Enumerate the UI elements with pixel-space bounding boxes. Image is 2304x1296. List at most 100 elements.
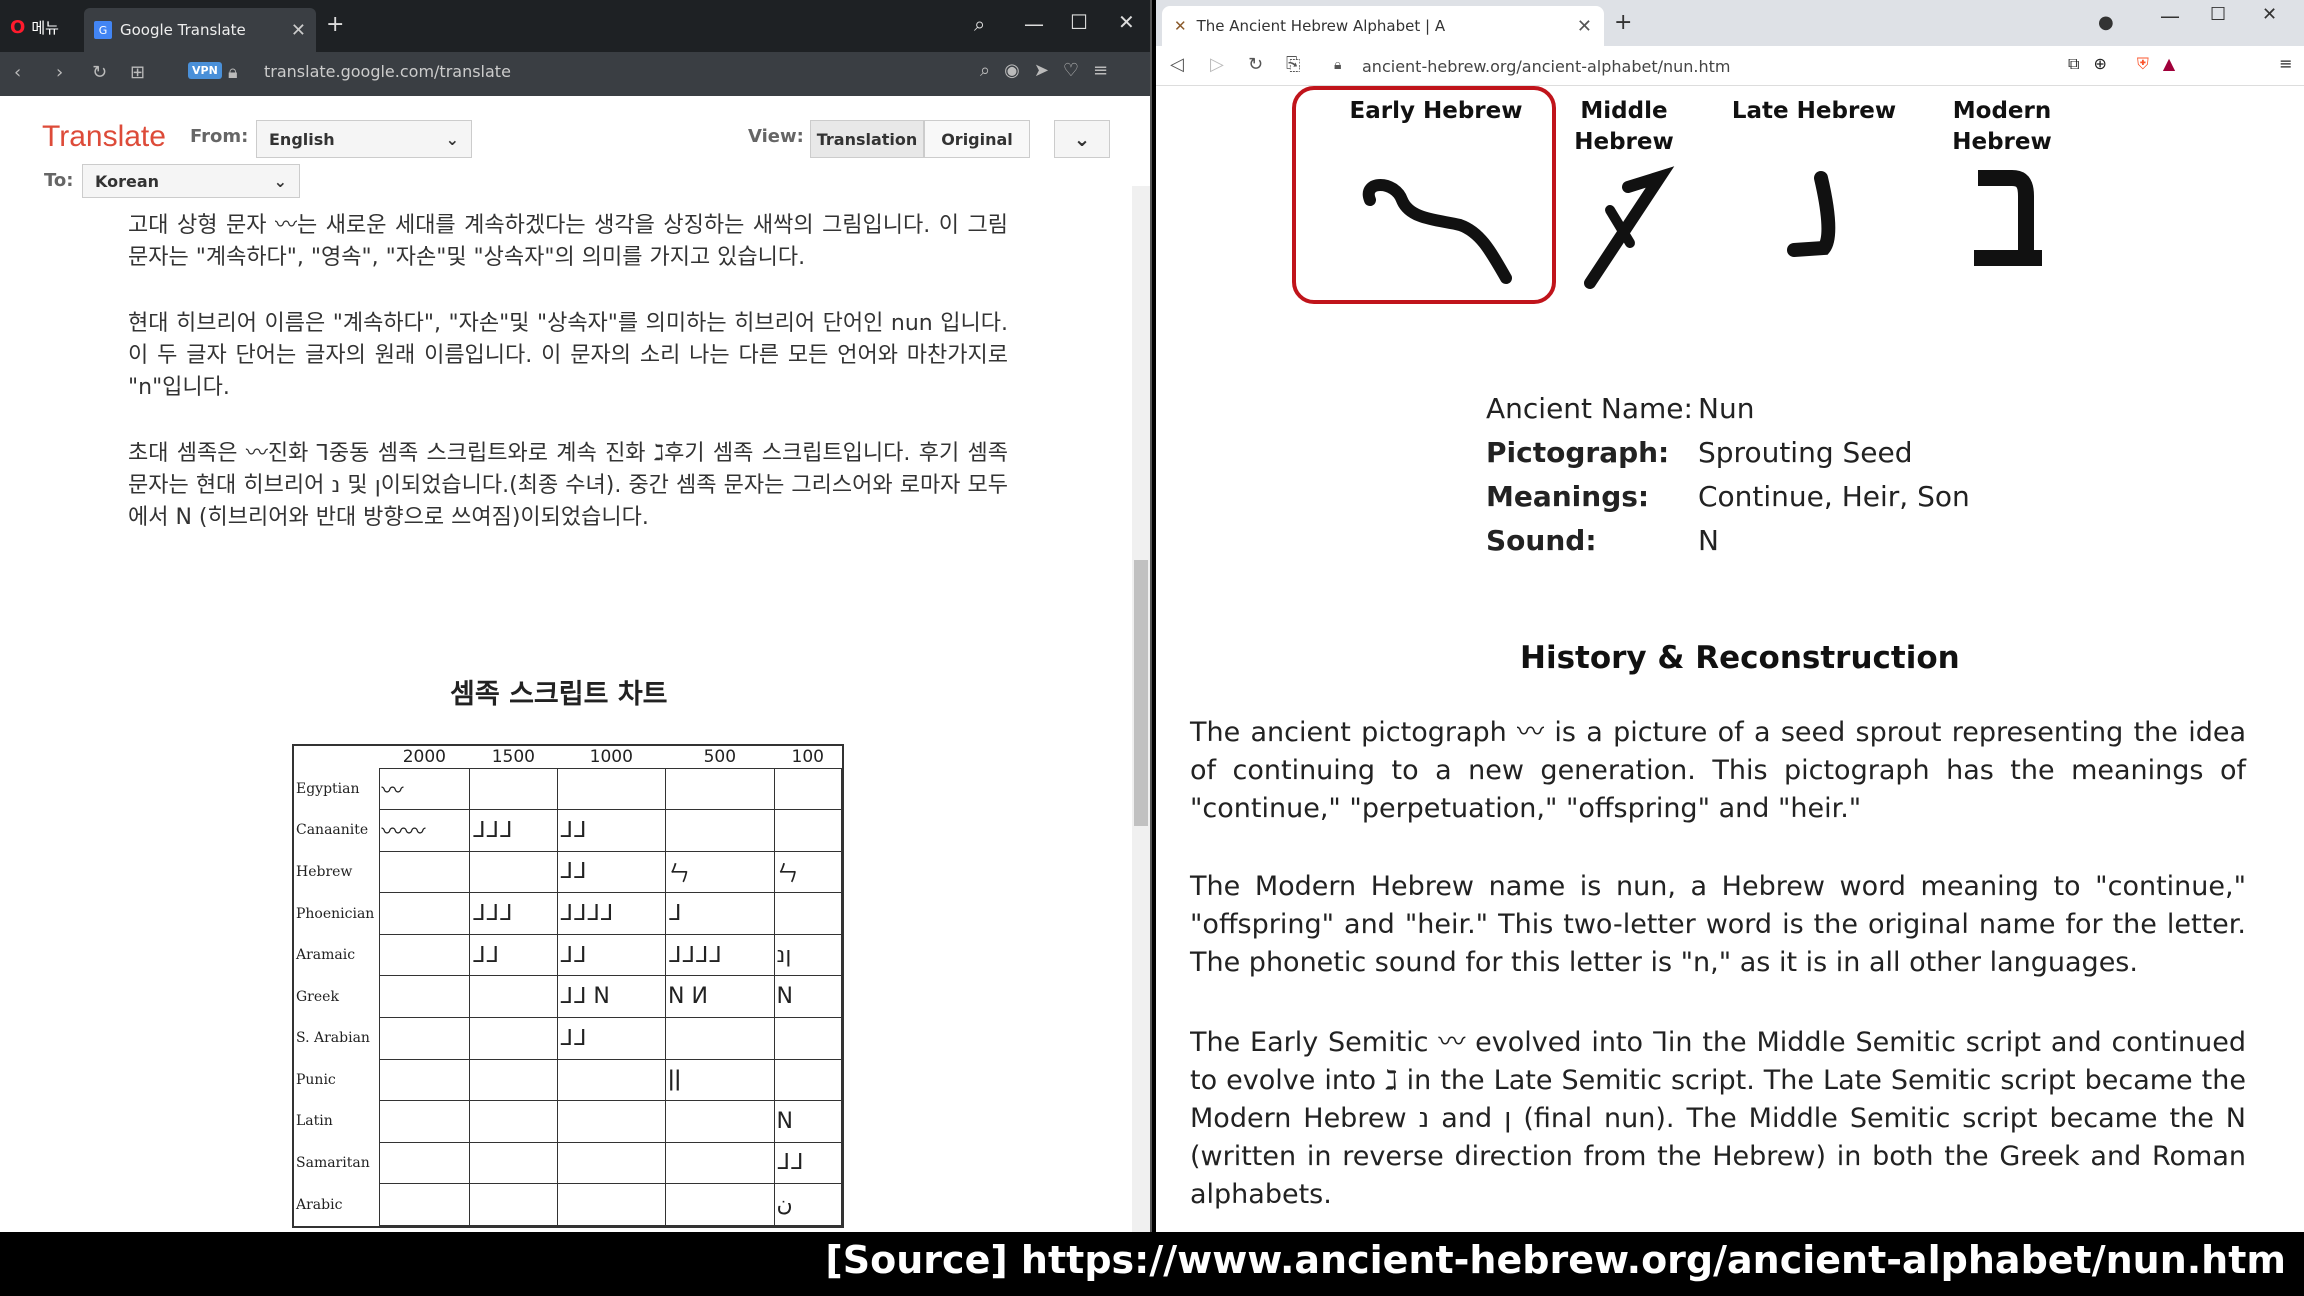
close-window-icon[interactable]: ✕ xyxy=(1118,10,1135,34)
script-glyph-cell xyxy=(556,1100,667,1143)
forward-icon[interactable]: › xyxy=(56,62,63,83)
maximize-icon[interactable]: ☐ xyxy=(1070,10,1088,34)
script-glyph-cell: ᒧᒧ N xyxy=(556,975,667,1018)
send-icon[interactable]: ➤ xyxy=(1034,60,1049,81)
chevron-down-icon: ⌄ xyxy=(445,129,459,149)
view-original-button[interactable]: Original xyxy=(924,120,1030,158)
script-glyph-cell xyxy=(469,1141,558,1185)
minimize-icon[interactable]: — xyxy=(1024,12,1044,36)
zoom-icon[interactable]: ⊕ xyxy=(2093,54,2106,74)
new-tab-button[interactable]: + xyxy=(1614,10,1632,35)
script-glyph-cell xyxy=(556,767,667,811)
brave-shields-icon[interactable]: ⛨ xyxy=(2137,54,2149,74)
close-tab-icon[interactable]: ✕ xyxy=(1577,16,1592,37)
reload-icon[interactable]: ↻ xyxy=(92,62,107,83)
translated-content: 고대 상형 문자 〰는 새로운 세대를 계속하겠다는 생각을 상징하는 새싹의 … xyxy=(128,210,1008,568)
reload-icon[interactable]: ↻ xyxy=(1248,54,1263,75)
heart-icon[interactable]: ♡ xyxy=(1063,60,1079,81)
script-glyph-cell xyxy=(773,892,843,935)
back-icon[interactable]: ‹ xyxy=(14,62,21,83)
vpn-badge[interactable]: VPN xyxy=(188,62,222,79)
script-name: Egyptian xyxy=(296,780,360,797)
view-label: View: xyxy=(748,126,804,147)
script-glyph-cell xyxy=(665,1016,775,1060)
script-glyph-cell: ᒧᒧ xyxy=(773,1141,843,1185)
screen: O 메뉴 G Google Translate ✕ + ⌕ — ☐ ✕ ‹ › … xyxy=(0,0,2304,1296)
from-language-select[interactable]: English ⌄ xyxy=(256,120,472,158)
translate-icon[interactable]: ⧉ xyxy=(2068,54,2079,74)
left-scrollbar-thumb[interactable] xyxy=(1134,560,1148,826)
tab-title: Google Translate xyxy=(120,21,246,39)
year-header-500: 500 xyxy=(703,746,737,767)
new-tab-button[interactable]: + xyxy=(326,12,344,37)
script-glyph-cell xyxy=(469,767,558,811)
minimize-icon[interactable]: — xyxy=(2160,4,2180,28)
semitic-script-chart: 2000 1500 1000 500 100 Egyptian 〰 Canaanite 〰〰 ᒧ… xyxy=(292,744,844,1228)
script-name: Hebrew xyxy=(296,863,353,880)
script-glyph-cell xyxy=(469,975,558,1018)
table-row: Aramaic ᒧᒧ ᒧᒧ ᒧᒧᒧᒧ ןנ xyxy=(294,933,843,977)
script-glyph-cell: ᒧᒧᒧᒧ xyxy=(665,933,775,977)
back-icon[interactable]: ◁ xyxy=(1170,54,1184,75)
opera-toolbar-icons: ⌕ ◉ ➤ ♡ ≡ xyxy=(980,60,1108,81)
table-row: Arabic ن xyxy=(294,1183,843,1226)
menu-icon[interactable]: ≡ xyxy=(1093,60,1108,81)
script-name: S. Arabian xyxy=(296,1030,370,1047)
maximize-icon[interactable]: ☐ xyxy=(2210,4,2226,25)
speed-dial-icon[interactable]: ⊞ xyxy=(130,62,145,83)
view-translation-button[interactable]: Translation xyxy=(810,120,924,158)
script-glyph-cell: ᒧᒧᒧ xyxy=(469,809,558,852)
profile-icon[interactable]: ● xyxy=(2098,12,2114,33)
tab-google-translate[interactable]: G Google Translate ✕ xyxy=(84,8,316,52)
url-text[interactable]: translate.google.com/translate xyxy=(264,62,511,81)
camera-icon[interactable]: ◉ xyxy=(1004,60,1020,81)
script-glyph-cell xyxy=(556,1183,667,1226)
script-glyph-cell: 〰〰 xyxy=(378,809,471,852)
translate-logo[interactable]: Translate xyxy=(42,120,166,154)
corner-cell xyxy=(294,746,379,768)
table-row: Punic ǀǀ xyxy=(294,1058,843,1102)
script-glyph-cell: 〰 xyxy=(378,767,471,811)
close-tab-icon[interactable]: ✕ xyxy=(291,20,306,41)
search-icon[interactable]: ⌕ xyxy=(974,12,985,36)
script-name: Latin xyxy=(296,1113,333,1130)
script-glyph-cell xyxy=(378,892,471,935)
script-glyph-cell xyxy=(469,1016,558,1060)
early-hebrew-nun-icon xyxy=(1362,179,1512,284)
script-glyph-cell: ن xyxy=(773,1183,843,1226)
script-name: Phoenician xyxy=(296,905,375,922)
opera-menu-button[interactable]: O 메뉴 xyxy=(10,14,72,40)
history-paragraph-2: The Modern Hebrew name is nun, a Hebrew … xyxy=(1190,871,2246,978)
to-label: To: xyxy=(44,170,74,191)
script-glyph-cell xyxy=(469,1058,558,1102)
chart-heading: 셈족 스크립트 차트 xyxy=(450,679,668,710)
to-language-select[interactable]: Korean ⌄ xyxy=(82,164,300,198)
meanings-value: Continue, Heir, Son xyxy=(1698,480,1970,513)
tab-ancient-hebrew[interactable]: ✕ The Ancient Hebrew Alphabet | A ✕ xyxy=(1162,6,1604,46)
menu-icon[interactable]: ≡ xyxy=(2279,54,2292,74)
script-name: Punic xyxy=(296,1071,336,1088)
collapse-toolbar-icon[interactable]: ⌄ xyxy=(1054,120,1110,158)
script-glyph-cell xyxy=(378,1141,471,1185)
script-glyph-cell: ᒧᒧ xyxy=(556,809,667,852)
year-header-2000: 2000 xyxy=(402,746,446,767)
lock-icon: 🔒︎ xyxy=(1334,57,1342,73)
script-glyph-cell: ᒧᒧᒧᒧ xyxy=(556,892,667,935)
history-paragraph-1: The ancient pictograph 〰 is a picture of… xyxy=(1190,717,2246,824)
translated-paragraph-1: 고대 상형 문자 〰는 새로운 세대를 계속하겠다는 생각을 상징하는 새싹의 … xyxy=(128,213,1008,270)
forward-icon[interactable]: ▷ xyxy=(1210,54,1224,75)
brave-rewards-icon[interactable]: ▲ xyxy=(2163,54,2175,74)
script-glyph-cell xyxy=(378,1016,471,1060)
source-banner-text[interactable]: [Source] https://www.ancient-hebrew.org/… xyxy=(825,1238,2286,1282)
history-paragraph-3: The Early Semitic 〰 evolved into ⅂in the… xyxy=(1190,1027,2246,1210)
column-late-hebrew: Late Hebrew xyxy=(1731,98,1897,124)
url-text[interactable]: ancient-hebrew.org/ancient-alphabet/nun.… xyxy=(1362,57,1731,76)
script-glyph-cell: N xyxy=(773,1100,843,1143)
script-glyph-cell: ㄣ xyxy=(665,850,775,894)
history-heading: History & Reconstruction xyxy=(1520,640,1960,676)
script-table-body: Egyptian 〰 Canaanite 〰〰 ᒧᒧᒧ ᒧᒧ Hebrew ᒧᒧ ㄣㄣ Phoen… xyxy=(294,767,843,1226)
close-window-icon[interactable]: ✕ xyxy=(2262,4,2277,25)
search-page-icon[interactable]: ⌕ xyxy=(980,60,990,81)
bookmark-icon[interactable]: ⎘ xyxy=(1286,54,1300,75)
from-language-value: English xyxy=(269,129,335,149)
